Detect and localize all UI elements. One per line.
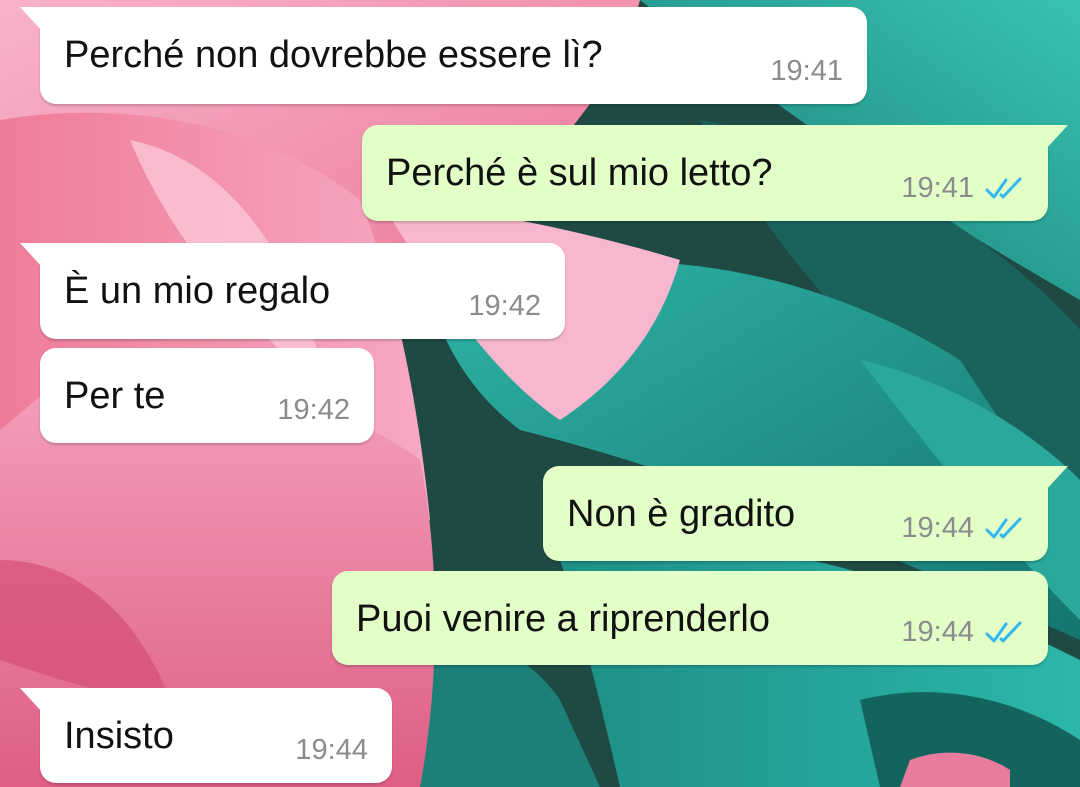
message-bubble-incoming[interactable]: Perché non dovrebbe essere lì? 19:41	[20, 7, 867, 104]
message-bubble-outgoing[interactable]: Puoi venire a riprenderlo 19:44	[332, 571, 1048, 665]
message-timestamp: 19:44	[295, 734, 368, 766]
message-text: Perché è sul mio letto?	[386, 152, 773, 194]
bubble-tail-outgoing	[1046, 125, 1068, 149]
message-bubble-incoming[interactable]: Per te 19:42	[40, 348, 374, 443]
message-bubble-incoming[interactable]: È un mio regalo 19:42	[20, 243, 565, 339]
message-timestamp: 19:42	[468, 290, 541, 322]
read-ticks-icon	[985, 177, 1022, 198]
bubble-tail-outgoing	[1046, 466, 1068, 490]
read-ticks-icon	[985, 517, 1022, 538]
message-bubble-outgoing[interactable]: Perché è sul mio letto? 19:41	[362, 125, 1068, 221]
message-timestamp: 19:44	[901, 616, 974, 648]
message-text: Per te	[64, 375, 166, 417]
message-text: Puoi venire a riprenderlo	[356, 598, 771, 640]
message-text: È un mio regalo	[64, 270, 331, 312]
message-timestamp: 19:41	[770, 55, 843, 87]
message-text: Non è gradito	[567, 493, 796, 535]
message-text: Insisto	[64, 715, 174, 757]
message-bubble-outgoing[interactable]: Non è gradito 19:44	[543, 466, 1068, 561]
bubble-tail-incoming	[20, 7, 42, 31]
message-timestamp: 19:41	[901, 172, 974, 204]
read-ticks-icon	[985, 621, 1022, 642]
message-timestamp: 19:42	[277, 394, 350, 426]
message-text: Perché non dovrebbe essere lì?	[64, 34, 603, 76]
bubble-tail-incoming	[20, 688, 42, 712]
bubble-tail-incoming	[20, 243, 42, 267]
message-timestamp: 19:44	[901, 512, 974, 544]
chat-conversation[interactable]: Perché non dovrebbe essere lì? 19:41 Per…	[0, 0, 1080, 787]
message-bubble-incoming[interactable]: Insisto 19:44	[20, 688, 392, 783]
